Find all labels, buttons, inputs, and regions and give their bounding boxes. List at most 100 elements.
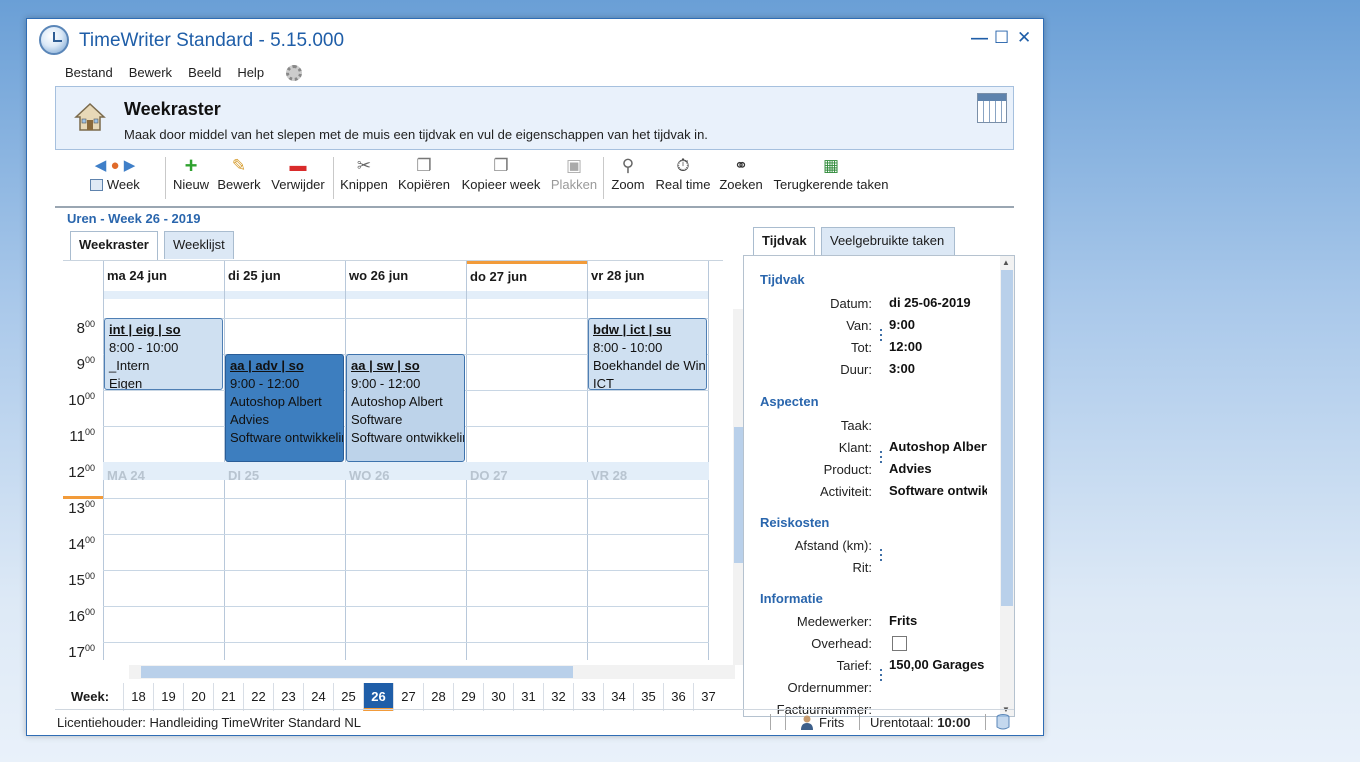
week-number[interactable]: 18 [123, 683, 153, 711]
menu-bestand[interactable]: Bestand [57, 63, 121, 83]
paste-button[interactable]: ▣ Plakken [549, 153, 599, 201]
lunch-label-fri: VR 28 [591, 468, 628, 483]
scroll-thumb[interactable] [1001, 270, 1013, 606]
tab-weekraster[interactable]: Weekraster [70, 231, 158, 260]
time-slot[interactable]: bdw | ict | su 8:00 - 10:00 Boekhandel d… [588, 318, 707, 390]
toolbar-divider [55, 206, 1014, 208]
slot-product: Software [351, 412, 403, 427]
user-name: Frits [819, 715, 845, 730]
week-number-current[interactable]: 26 [363, 683, 393, 711]
overhead-checkbox[interactable] [892, 636, 907, 651]
tab-weeklijst[interactable]: Weeklijst [164, 231, 234, 259]
week-number[interactable]: 21 [213, 683, 243, 711]
tab-tijdvak[interactable]: Tijdvak [753, 227, 815, 256]
tot-value[interactable]: 12:00 [889, 339, 987, 354]
edit-label: Bewerk [217, 177, 261, 192]
week-number[interactable]: 37 [693, 683, 723, 711]
column-divider [708, 261, 709, 660]
scissors-icon: ✂ [356, 156, 372, 175]
copy-week-icon: ❐ [493, 156, 509, 175]
klant-value[interactable]: Autoshop Albert [889, 439, 987, 454]
week-number[interactable]: 31 [513, 683, 543, 711]
title-bar: TimeWriter Standard - 5.15.000 — ☐ ✕ [27, 19, 1043, 61]
day-header-tue[interactable]: di 25 jun [224, 261, 345, 291]
week-number[interactable]: 22 [243, 683, 273, 711]
time-slot[interactable]: int | eig | so 8:00 - 10:00 _Intern Eige… [104, 318, 223, 390]
field-separator [880, 666, 883, 684]
week-number[interactable]: 32 [543, 683, 573, 711]
day-header-fri[interactable]: vr 28 jun [587, 261, 708, 291]
delete-button[interactable]: ▬ Verwijder [267, 153, 329, 201]
day-header-thu[interactable]: do 27 jun [466, 261, 587, 291]
menu-bewerk[interactable]: Bewerk [121, 63, 180, 83]
copy-button[interactable]: ❐ Kopiëren [395, 153, 453, 201]
week-grid[interactable]: ma 24 jun di 25 jun wo 26 jun do 27 jun … [63, 260, 723, 660]
slot-activity: Software ontwikkeling [230, 430, 344, 445]
week-number[interactable]: 24 [303, 683, 333, 711]
zoom-button[interactable]: ⚲ Zoom [607, 153, 649, 201]
grid-horizontal-scrollbar[interactable] [129, 665, 735, 679]
menu-beeld[interactable]: Beeld [180, 63, 229, 83]
datum-label: Datum: [830, 296, 872, 311]
time-slot[interactable]: aa | sw | so 9:00 - 12:00 Autoshop Alber… [346, 354, 465, 462]
edit-button[interactable]: ✎ Bewerk [215, 153, 263, 201]
minus-icon: ▬ [289, 156, 307, 175]
maximize-button[interactable]: ☐ [994, 29, 1009, 47]
week-button-label[interactable]: Week [107, 177, 140, 192]
next-week-icon[interactable]: ▶ [124, 157, 136, 174]
day-header-mon[interactable]: ma 24 jun [103, 261, 224, 291]
hour-label: 1600 [68, 607, 95, 625]
duur-value[interactable]: 3:00 [889, 361, 987, 376]
tab-veelgebruikte-taken[interactable]: Veelgebruikte taken [821, 227, 955, 255]
week-number[interactable]: 35 [633, 683, 663, 711]
week-number[interactable]: 23 [273, 683, 303, 711]
week-number[interactable]: 27 [393, 683, 423, 711]
week-number[interactable]: 30 [483, 683, 513, 711]
week-number[interactable]: 36 [663, 683, 693, 711]
week-number[interactable]: 25 [333, 683, 363, 711]
week-number[interactable]: 19 [153, 683, 183, 711]
week-number[interactable]: 28 [423, 683, 453, 711]
menu-help[interactable]: Help [229, 63, 272, 83]
product-value[interactable]: Advies [889, 461, 987, 476]
slot-code: int | eig | so [109, 322, 181, 337]
scroll-thumb[interactable] [141, 666, 573, 678]
van-value[interactable]: 9:00 [889, 317, 987, 332]
medewerker-value[interactable]: Frits [889, 613, 987, 628]
section-reiskosten: Reiskosten [760, 515, 830, 530]
new-label: Nieuw [172, 177, 210, 192]
day-header-wed[interactable]: wo 26 jun [345, 261, 466, 291]
tarief-value[interactable]: 150,00 Garages [889, 657, 987, 672]
week-number[interactable]: 34 [603, 683, 633, 711]
new-button[interactable]: + Nieuw [169, 153, 213, 201]
scroll-up-icon[interactable]: ▲ [1002, 258, 1010, 267]
today-icon[interactable]: ● [110, 157, 119, 174]
details-scrollbar[interactable]: ▲ ▼ [1000, 256, 1014, 716]
search-label: Zoeken [719, 177, 763, 192]
week-number[interactable]: 29 [453, 683, 483, 711]
calendar-icon [977, 93, 1007, 123]
database-icon[interactable] [996, 714, 1010, 730]
week-number[interactable]: 33 [573, 683, 603, 711]
slot-client: Boekhandel de Wind [593, 358, 707, 373]
copy-week-button[interactable]: ❐ Kopieer week [459, 153, 543, 201]
slot-code: aa | adv | so [230, 358, 304, 373]
previous-week-icon[interactable]: ◀ [95, 157, 107, 174]
page-description: Maak door middel van het slepen met de m… [124, 127, 708, 142]
close-button[interactable]: ✕ [1017, 29, 1031, 47]
gear-icon[interactable] [286, 65, 303, 81]
minimize-button[interactable]: — [971, 29, 988, 47]
cut-button[interactable]: ✂ Knippen [337, 153, 391, 201]
search-button[interactable]: ⚭ Zoeken [717, 153, 765, 201]
slot-product: ICT [593, 376, 614, 390]
activiteit-value[interactable]: Software ontwikkeling [889, 483, 987, 498]
real-time-button[interactable]: ⏱ Real time [653, 153, 713, 201]
real-time-label: Real time [655, 177, 711, 192]
copy-icon: ❐ [416, 156, 432, 175]
product-label: Product: [823, 462, 872, 477]
time-slot-selected[interactable]: aa | adv | so 9:00 - 12:00 Autoshop Albe… [225, 354, 344, 462]
recurring-tasks-button[interactable]: ▦ Terugkerende taken [771, 153, 891, 201]
datum-value[interactable]: di 25-06-2019 [889, 295, 987, 310]
copy-week-label: Kopieer week [461, 177, 541, 192]
week-number[interactable]: 20 [183, 683, 213, 711]
